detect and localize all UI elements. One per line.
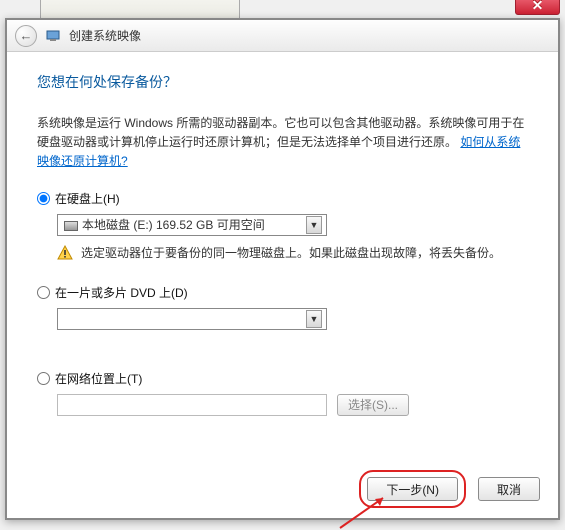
- network-path-input[interactable]: [57, 394, 327, 416]
- option-network: 在网络位置上(T) 选择(S)...: [37, 370, 528, 416]
- app-icon: [45, 28, 61, 44]
- chevron-down-icon: ▼: [306, 310, 322, 328]
- radio-hdd-label[interactable]: 在硬盘上(H): [55, 190, 120, 207]
- arrow-left-icon: ←: [20, 28, 33, 43]
- hdd-warning: 选定驱动器位于要备份的同一物理磁盘上。如果此磁盘出现故障，将丢失备份。: [57, 244, 527, 264]
- close-button[interactable]: ✕: [515, 0, 560, 15]
- cancel-button[interactable]: 取消: [478, 477, 540, 501]
- dvd-drive-select[interactable]: ▼: [57, 308, 327, 330]
- content-area: 您想在何处保存备份？ 系统映像是运行 Windows 所需的驱动器副本。它也可以…: [7, 52, 558, 446]
- hdd-warning-text: 选定驱动器位于要备份的同一物理磁盘上。如果此磁盘出现故障，将丢失备份。: [81, 244, 501, 262]
- radio-dvd-label[interactable]: 在一片或多片 DVD 上(D): [55, 284, 188, 301]
- window-title: 创建系统映像: [69, 27, 141, 44]
- warning-icon: [57, 245, 73, 264]
- browse-button[interactable]: 选择(S)...: [337, 394, 409, 416]
- page-description: 系统映像是运行 Windows 所需的驱动器副本。它也可以包含其他驱动器。系统映…: [37, 114, 528, 172]
- page-heading: 您想在何处保存备份？: [37, 72, 528, 92]
- chevron-down-icon: ▼: [306, 216, 322, 234]
- footer-buttons: 下一步(N) 取消: [359, 470, 540, 508]
- radio-dvd[interactable]: [37, 286, 50, 299]
- hdd-drive-select[interactable]: 本地磁盘 (E:) 169.52 GB 可用空间 ▼: [57, 214, 327, 236]
- next-button[interactable]: 下一步(N): [367, 477, 458, 501]
- option-hdd: 在硬盘上(H) 本地磁盘 (E:) 169.52 GB 可用空间 ▼ 选定驱动器…: [37, 190, 528, 264]
- radio-network-label[interactable]: 在网络位置上(T): [55, 370, 142, 387]
- annotation-highlight: 下一步(N): [359, 470, 466, 508]
- option-dvd: 在一片或多片 DVD 上(D) ▼: [37, 284, 528, 330]
- radio-network[interactable]: [37, 372, 50, 385]
- radio-hdd[interactable]: [37, 192, 50, 205]
- titlebar: ← 创建系统映像: [7, 20, 558, 52]
- disk-icon: [64, 221, 78, 231]
- wizard-window: ← 创建系统映像 您想在何处保存备份？ 系统映像是运行 Windows 所需的驱…: [5, 18, 560, 520]
- back-button[interactable]: ←: [15, 25, 37, 47]
